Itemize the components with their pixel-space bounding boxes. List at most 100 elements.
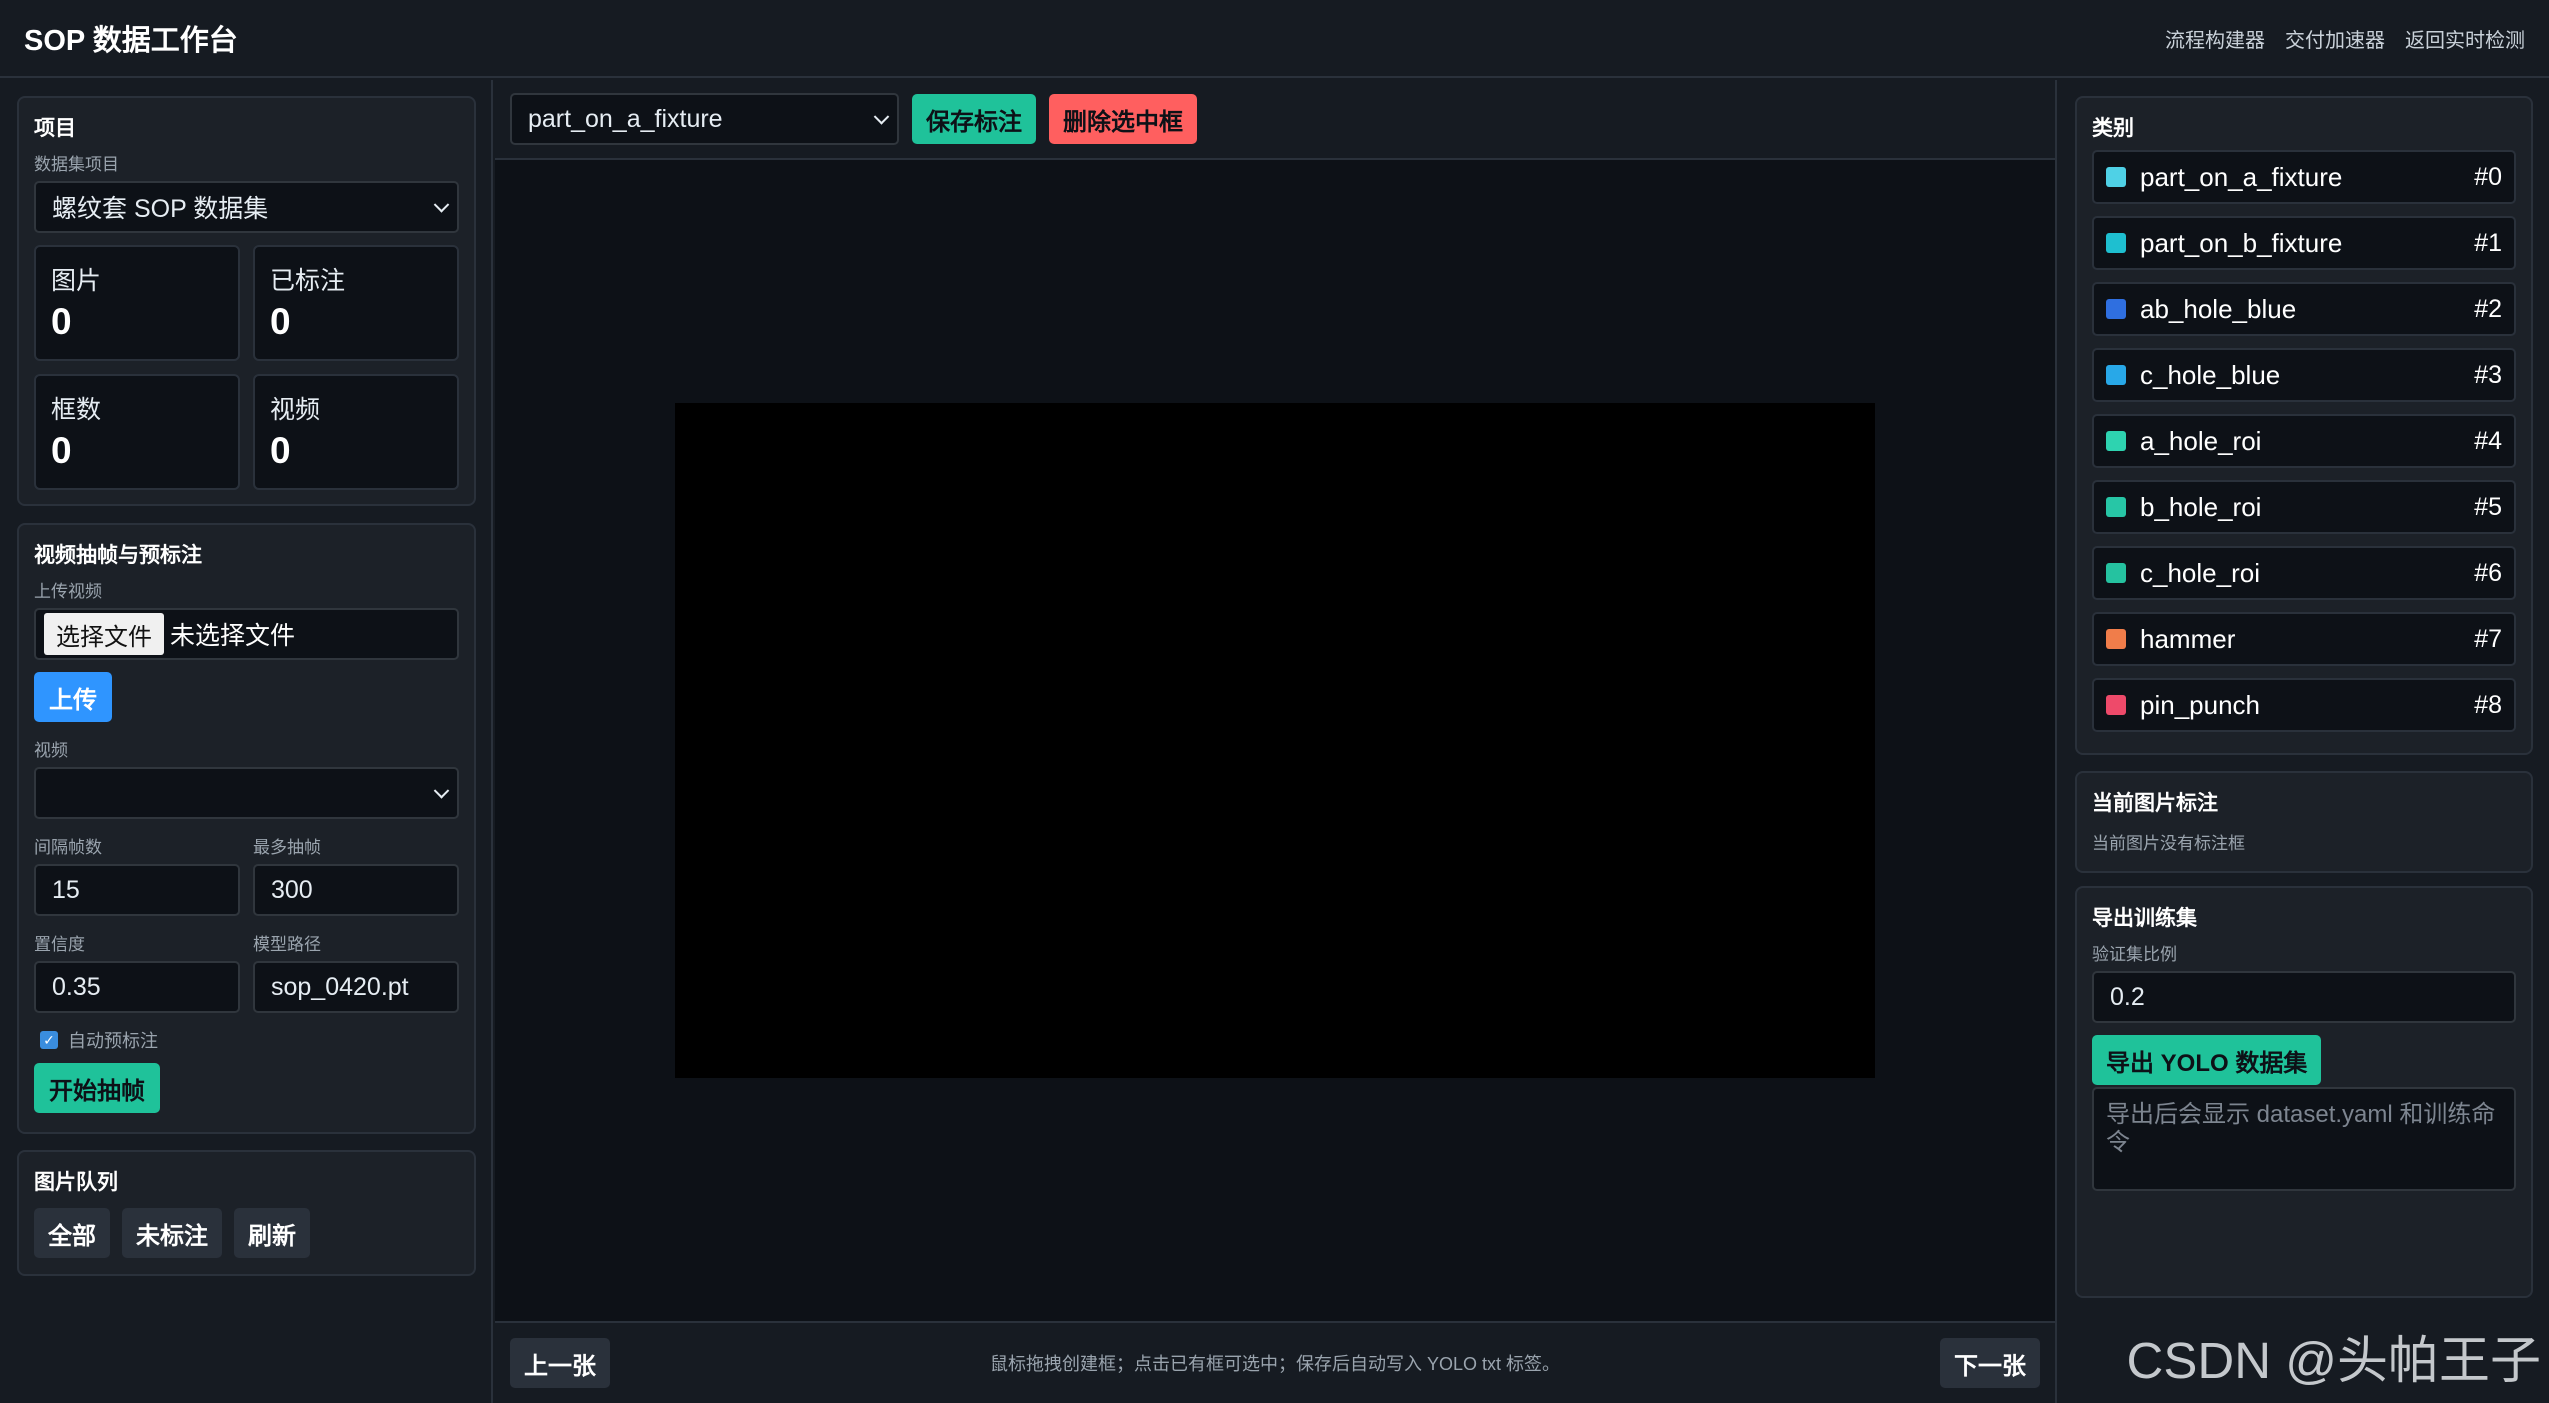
category-color-swatch bbox=[2106, 233, 2126, 253]
model-path-input[interactable]: sop_0420.pt bbox=[253, 961, 459, 1013]
app-title: SOP 数据工作台 bbox=[24, 25, 238, 57]
stats-grid: 图片 0 已标注 0 框数 0 视频 0 bbox=[34, 245, 459, 490]
class-select-value: part_on_a_fixture bbox=[528, 104, 723, 133]
current-annotations-title: 当前图片标注 bbox=[2092, 792, 2218, 815]
category-name: ab_hole_blue bbox=[2140, 293, 2297, 324]
top-bar: SOP 数据工作台 流程构建器 交付加速器 返回实时检测 bbox=[0, 0, 2549, 78]
category-name: c_hole_blue bbox=[2140, 359, 2281, 390]
flow-builder-link[interactable]: 流程构建器 bbox=[2165, 24, 2265, 53]
export-panel: 导出训练集 验证集比例 0.2 导出 YOLO 数据集 导出后会显示 datas… bbox=[2075, 886, 2533, 1298]
category-item[interactable]: c_hole_roi #6 bbox=[2092, 546, 2516, 600]
category-name: b_hole_roi bbox=[2140, 491, 2262, 522]
confidence-label: 置信度 bbox=[34, 935, 85, 954]
category-index: #1 bbox=[2474, 228, 2502, 257]
canvas-toolbar: part_on_a_fixture 保存标注 删除选中框 bbox=[495, 80, 2055, 160]
filter-unlabeled-button[interactable]: 未标注 bbox=[122, 1208, 222, 1258]
category-index: #6 bbox=[2474, 558, 2502, 587]
left-sidebar: 项目 数据集项目 螺纹套 SOP 数据集 图片 0 已标注 0 框数 0 视频 … bbox=[0, 80, 493, 1403]
stat-label: 图片 bbox=[51, 267, 102, 295]
filter-all-button[interactable]: 全部 bbox=[34, 1208, 110, 1258]
category-name: c_hole_roi bbox=[2140, 557, 2260, 588]
stat-value: 0 bbox=[270, 301, 291, 342]
refresh-button[interactable]: 刷新 bbox=[234, 1208, 310, 1258]
back-to-live-detection-link[interactable]: 返回实时检测 bbox=[2405, 24, 2525, 53]
stat-labeled: 已标注 0 bbox=[253, 245, 459, 361]
auto-label-checkbox[interactable]: ✓ bbox=[40, 1031, 58, 1049]
start-extract-button[interactable]: 开始抽帧 bbox=[34, 1063, 160, 1113]
choose-file-button[interactable]: 选择文件 bbox=[44, 613, 164, 655]
category-index: #8 bbox=[2474, 690, 2502, 719]
categories-panel: 类别 part_on_a_fixture #0 part_on_b_fixtur… bbox=[2075, 96, 2533, 755]
category-item[interactable]: a_hole_roi #4 bbox=[2092, 414, 2516, 468]
dataset-select[interactable]: 螺纹套 SOP 数据集 bbox=[34, 181, 459, 233]
category-color-swatch bbox=[2106, 497, 2126, 517]
category-color-swatch bbox=[2106, 365, 2126, 385]
video-panel-title: 视频抽帧与预标注 bbox=[34, 544, 202, 567]
queue-panel-title: 图片队列 bbox=[34, 1171, 118, 1194]
model-path-value: sop_0420.pt bbox=[271, 972, 409, 1001]
max-frames-input[interactable]: 300 bbox=[253, 864, 459, 916]
canvas-hint: 鼠标拖拽创建框；点击已有框可选中；保存后自动写入 YOLO txt 标签。 bbox=[989, 1354, 1561, 1374]
val-ratio-value: 0.2 bbox=[2110, 982, 2145, 1011]
val-ratio-label: 验证集比例 bbox=[2092, 945, 2177, 964]
category-item[interactable]: part_on_a_fixture #0 bbox=[2092, 150, 2516, 204]
top-links: 流程构建器 交付加速器 返回实时检测 bbox=[2165, 24, 2525, 53]
video-select[interactable] bbox=[34, 767, 459, 819]
export-output-placeholder: 导出后会显示 dataset.yaml 和训练命令 bbox=[2106, 1101, 2496, 1156]
chevron-down-icon bbox=[433, 197, 450, 213]
interval-value: 15 bbox=[52, 875, 80, 904]
stat-boxes: 框数 0 bbox=[34, 374, 240, 490]
model-path-label: 模型路径 bbox=[253, 935, 321, 954]
annotation-canvas[interactable] bbox=[675, 403, 1875, 1078]
category-item[interactable]: hammer #7 bbox=[2092, 612, 2516, 666]
no-annotations-text: 当前图片没有标注框 bbox=[2092, 834, 2245, 853]
stat-label: 框数 bbox=[51, 396, 102, 424]
category-index: #0 bbox=[2474, 162, 2502, 191]
upload-button[interactable]: 上传 bbox=[34, 672, 112, 722]
export-output-textarea[interactable]: 导出后会显示 dataset.yaml 和训练命令 bbox=[2092, 1087, 2516, 1191]
watermark: CSDN @头帕王子 bbox=[2126, 1332, 2541, 1389]
prev-image-button[interactable]: 上一张 bbox=[510, 1338, 610, 1388]
stat-images: 图片 0 bbox=[34, 245, 240, 361]
category-item[interactable]: part_on_b_fixture #1 bbox=[2092, 216, 2516, 270]
upload-video-label: 上传视频 bbox=[34, 582, 102, 601]
category-index: #4 bbox=[2474, 426, 2502, 455]
video-file-input[interactable]: 选择文件 未选择文件 bbox=[34, 608, 459, 660]
canvas-footer: 上一张 鼠标拖拽创建框；点击已有框可选中；保存后自动写入 YOLO txt 标签… bbox=[495, 1321, 2055, 1403]
category-item[interactable]: ab_hole_blue #2 bbox=[2092, 282, 2516, 336]
stat-value: 0 bbox=[270, 430, 291, 471]
category-color-swatch bbox=[2106, 695, 2126, 715]
category-name: part_on_a_fixture bbox=[2140, 161, 2343, 192]
category-item[interactable]: c_hole_blue #3 bbox=[2092, 348, 2516, 402]
stat-value: 0 bbox=[51, 430, 72, 471]
confidence-value: 0.35 bbox=[52, 972, 101, 1001]
auto-label-row: ✓ 自动预标注 bbox=[40, 1027, 459, 1053]
delivery-accelerator-link[interactable]: 交付加速器 bbox=[2285, 24, 2385, 53]
category-color-swatch bbox=[2106, 167, 2126, 187]
export-yolo-button[interactable]: 导出 YOLO 数据集 bbox=[2092, 1035, 2322, 1085]
stat-label: 视频 bbox=[270, 396, 321, 424]
category-index: #3 bbox=[2474, 360, 2502, 389]
delete-selected-box-button[interactable]: 删除选中框 bbox=[1049, 94, 1197, 144]
val-ratio-input[interactable]: 0.2 bbox=[2092, 971, 2516, 1023]
auto-label-text: 自动预标注 bbox=[68, 1031, 158, 1051]
right-sidebar: 类别 part_on_a_fixture #0 part_on_b_fixtur… bbox=[2055, 80, 2549, 1403]
confidence-input[interactable]: 0.35 bbox=[34, 961, 240, 1013]
dataset-label: 数据集项目 bbox=[34, 155, 119, 174]
category-index: #5 bbox=[2474, 492, 2502, 521]
categories-title: 类别 bbox=[2092, 117, 2134, 140]
chevron-down-icon bbox=[873, 109, 890, 125]
category-name: part_on_b_fixture bbox=[2140, 227, 2343, 258]
file-status: 未选择文件 bbox=[170, 622, 296, 650]
interval-input[interactable]: 15 bbox=[34, 864, 240, 916]
image-queue-panel: 图片队列 全部 未标注 刷新 bbox=[17, 1150, 476, 1276]
category-item[interactable]: pin_punch #8 bbox=[2092, 678, 2516, 732]
max-frames-label: 最多抽帧 bbox=[253, 838, 321, 857]
next-image-button[interactable]: 下一张 bbox=[1940, 1338, 2040, 1388]
save-annotation-button[interactable]: 保存标注 bbox=[912, 94, 1036, 144]
category-name: hammer bbox=[2140, 623, 2236, 654]
category-item[interactable]: b_hole_roi #5 bbox=[2092, 480, 2516, 534]
category-color-swatch bbox=[2106, 431, 2126, 451]
class-select[interactable]: part_on_a_fixture bbox=[510, 93, 899, 145]
category-name: pin_punch bbox=[2140, 689, 2260, 720]
